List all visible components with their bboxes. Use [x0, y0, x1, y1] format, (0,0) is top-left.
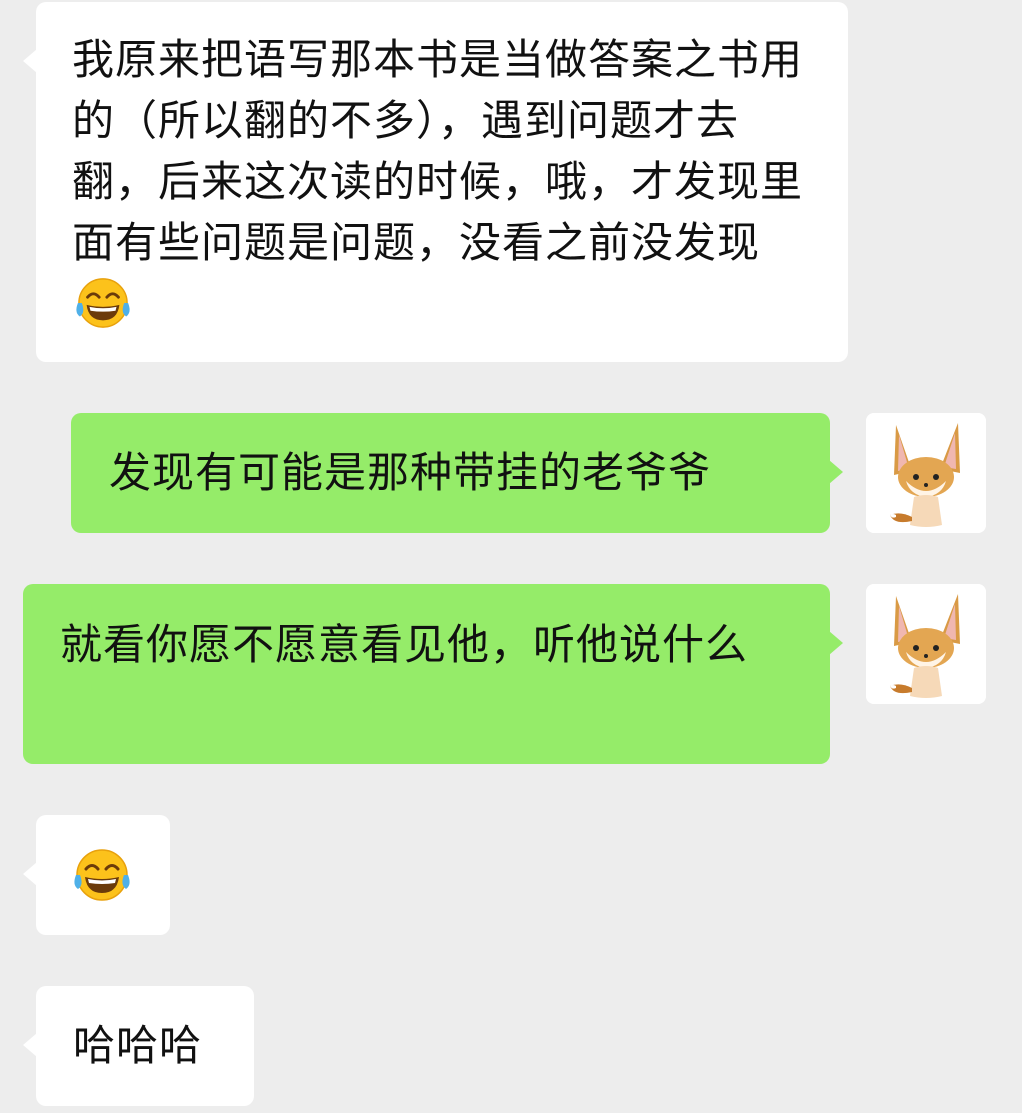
fennec-fox-avatar[interactable]: [866, 584, 986, 704]
fennec-fox-avatar[interactable]: [866, 413, 986, 533]
face-with-tears-of-joy-icon: [74, 276, 132, 330]
face-with-tears-of-joy-icon: [72, 847, 132, 903]
bubble-tail: [23, 49, 37, 73]
bubble-tail: [829, 631, 843, 655]
message-bubble-incoming[interactable]: [23, 815, 170, 935]
message-text: 发现有可能是那种带挂的老爷爷: [109, 448, 712, 497]
message-text: 就看你愿不愿意看见他，听他说什么: [60, 620, 749, 669]
message-text: 我原来把语写那本书是当做答案之书用的（所以翻的不多），遇到问题才去翻，后来这次读…: [72, 29, 818, 334]
bubble-tail: [23, 862, 37, 886]
bubble-tail: [829, 460, 843, 484]
message-bubble-outgoing[interactable]: 发现有可能是那种带挂的老爷爷: [71, 413, 843, 533]
fox-avatar-image: [866, 584, 986, 704]
message-bubble-incoming[interactable]: 我原来把语写那本书是当做答案之书用的（所以翻的不多），遇到问题才去翻，后来这次读…: [23, 2, 848, 362]
fox-avatar-image: [866, 413, 986, 533]
message-bubble-incoming[interactable]: 哈哈哈: [23, 986, 254, 1106]
message-bubble-outgoing[interactable]: 就看你愿不愿意看见他，听他说什么: [23, 584, 843, 764]
message-text: 哈哈哈: [73, 1021, 203, 1070]
bubble-tail: [23, 1033, 37, 1057]
